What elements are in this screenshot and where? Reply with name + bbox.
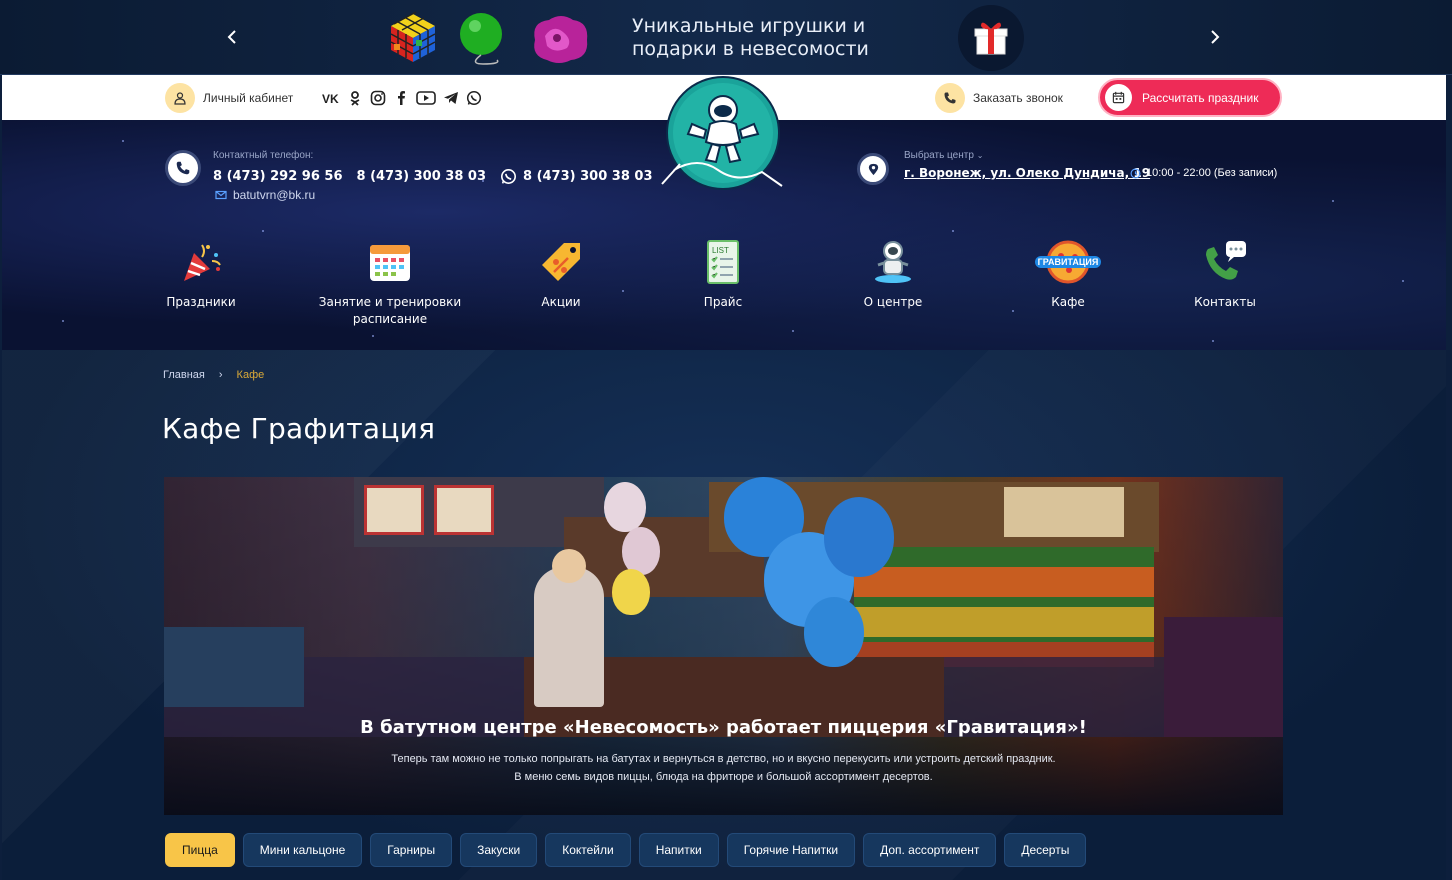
tab-hot-drinks[interactable]: Горячие Напитки (726, 833, 856, 867)
envelope-icon (215, 190, 227, 200)
location-pin-icon (857, 153, 889, 185)
ok-icon[interactable] (347, 89, 363, 106)
tab-pizza[interactable]: Пицца (165, 833, 235, 867)
page-title: Кафе Графитация (162, 412, 436, 445)
astronaut-icon (869, 238, 917, 286)
discount-tag-icon (537, 238, 585, 286)
email-text: batutvrn@bk.ru (233, 188, 316, 202)
tab-desserts[interactable]: Десерты (1004, 833, 1087, 867)
calculate-party-button[interactable]: Рассчитать праздник (1098, 78, 1282, 117)
breadcrumb: Главная › Кафе (163, 369, 264, 381)
tab-drinks[interactable]: Напитки (638, 833, 719, 867)
svg-text:ГРАВИТАЦИЯ: ГРАВИТАЦИЯ (1038, 257, 1099, 267)
center-address-link[interactable]: г. Воронеж, ул. Олеко Дундича, 19 (904, 166, 1150, 180)
user-icon (165, 83, 195, 113)
telegram-icon[interactable] (443, 89, 459, 106)
email-link[interactable]: batutvrn@bk.ru (215, 188, 315, 202)
clock-icon (1130, 168, 1141, 178)
calculate-party-label: Рассчитать праздник (1142, 90, 1259, 105)
nav-label-price: Прайс (703, 295, 743, 309)
calendar-small-icon (1105, 84, 1132, 111)
hero-description: Теперь там можно не только попрыгать на … (164, 750, 1283, 786)
choose-center-dropdown[interactable]: Выбрать центр ⌄ (904, 150, 983, 161)
party-popper-icon (177, 238, 225, 286)
opening-hours-text: 10:00 - 22:00 (Без записи) (1146, 167, 1278, 179)
slime-toy-icon (527, 10, 593, 66)
phone-numbers: 8 (473) 292 96 56 8 (473) 300 38 03 8 (4… (213, 168, 653, 185)
nav-label-promotions: Акции (541, 295, 581, 309)
chevron-down-icon: ⌄ (976, 151, 984, 160)
promo-prev-arrow-icon[interactable] (217, 22, 247, 52)
breadcrumb-current: Кафе (236, 369, 265, 381)
nav-item-price[interactable]: LIST Прайс (648, 238, 798, 311)
phone-number-2[interactable]: 8 (473) 300 38 03 (357, 169, 487, 184)
nav-label-contacts: Контакты (1194, 295, 1256, 309)
phone-icon (935, 83, 965, 113)
cafe-hero-image: В батутном центре «Невесомость» работает… (164, 477, 1283, 815)
phone-number-3: 8 (473) 300 38 03 (523, 169, 653, 184)
main-content: Главная › Кафе Кафе Графитация В батутно… (2, 350, 1446, 880)
nav-item-schedule[interactable]: Занятие и тренировки расписание (315, 238, 465, 328)
breadcrumb-separator: › (218, 369, 223, 381)
whatsapp-phone[interactable]: 8 (473) 300 38 03 (500, 168, 653, 185)
instagram-icon[interactable] (370, 89, 386, 106)
vk-icon[interactable]: VK (322, 89, 340, 106)
tab-sides[interactable]: Гарниры (370, 833, 453, 867)
social-links: VK (322, 89, 482, 106)
hero-description-line-1: Теперь там можно не только попрыгать на … (391, 753, 1056, 765)
nav-label-about: О центре (863, 295, 923, 309)
nav-item-holidays[interactable]: Праздники (126, 238, 276, 311)
pizza-logo-icon: ГРАВИТАЦИЯ (1033, 238, 1103, 286)
tab-snacks[interactable]: Закуски (460, 833, 538, 867)
facebook-icon[interactable] (393, 89, 409, 106)
price-list-icon: LIST (699, 238, 747, 286)
svg-text:LIST: LIST (712, 246, 729, 255)
gift-box-icon (958, 5, 1024, 71)
svg-text:VK: VK (322, 92, 339, 104)
whatsapp-icon (501, 169, 516, 184)
opening-hours: 10:00 - 22:00 (Без записи) (1130, 167, 1277, 179)
tab-cocktails[interactable]: Коктейли (545, 833, 631, 867)
rubiks-cube-icon (385, 10, 441, 66)
nav-item-contacts[interactable]: Контакты (1150, 238, 1300, 311)
youtube-icon[interactable] (416, 89, 436, 106)
phone-circle-icon (165, 150, 201, 186)
phone-number-1[interactable]: 8 (473) 292 96 56 (213, 169, 343, 184)
nav-item-about[interactable]: О центре (818, 238, 968, 311)
menu-category-tabs: Пицца Мини кальцоне Гарниры Закуски Кокт… (165, 833, 1087, 867)
hero-description-line-2: В меню семь видов пиццы, блюда на фритюр… (514, 771, 933, 783)
nav-item-cafe[interactable]: ГРАВИТАЦИЯ Кафе (993, 238, 1143, 311)
request-callback-label: Заказать звонок (973, 91, 1063, 105)
contact-phone-label: Контактный телефон: (213, 150, 314, 161)
site-logo[interactable] (658, 74, 788, 192)
promo-banner[interactable]: Уникальные игрушки и подарки в невесомос… (0, 0, 1452, 75)
nav-label-cafe: Кафе (1051, 295, 1085, 309)
promo-text: Уникальные игрушки и подарки в невесомос… (632, 15, 869, 60)
promo-next-arrow-icon[interactable] (1200, 22, 1230, 52)
request-callback-button[interactable]: Заказать звонок (935, 83, 1063, 113)
phone-chat-icon (1201, 238, 1249, 286)
calendar-icon (366, 238, 414, 286)
personal-cabinet-link[interactable]: Личный кабинет (165, 83, 293, 113)
choose-center-label: Выбрать центр (904, 150, 974, 161)
breadcrumb-home-link[interactable]: Главная (163, 369, 205, 381)
nav-item-promotions[interactable]: Акции (486, 238, 636, 311)
personal-cabinet-label: Личный кабинет (203, 91, 294, 105)
nav-label-holidays: Праздники (166, 295, 236, 309)
whatsapp-icon[interactable] (466, 89, 482, 106)
yoyo-toy-icon (453, 10, 509, 66)
tab-mini-calzone[interactable]: Мини кальцоне (242, 833, 363, 867)
tab-extra-assortment[interactable]: Доп. ассортимент (863, 833, 997, 867)
hero-title: В батутном центре «Невесомость» работает… (360, 717, 1087, 738)
nav-label-schedule: Занятие и тренировки расписание (318, 295, 462, 326)
